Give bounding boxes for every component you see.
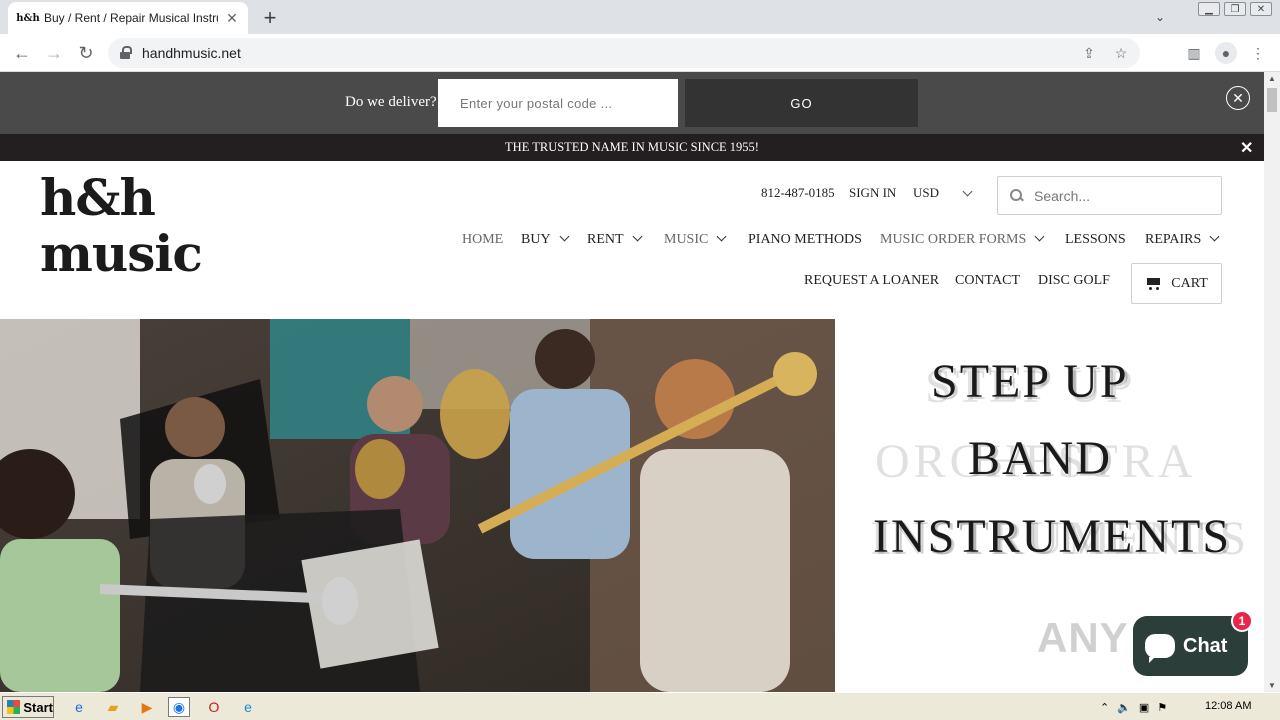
favicon-icon: h&h <box>16 12 40 24</box>
nav-item-label: RENT <box>587 232 624 247</box>
nav-item-piano-methods[interactable]: PIANO METHODS <box>748 232 862 248</box>
browser-window: h&h Buy / Rent / Repair Musical Instrume… <box>0 0 1280 720</box>
chevron-down-icon <box>1209 231 1220 242</box>
nav-item-label: REPAIRS <box>1145 232 1202 247</box>
chevron-down-icon <box>632 231 643 242</box>
search-box[interactable] <box>997 176 1222 215</box>
nav-item-lessons[interactable]: LESSONS <box>1065 232 1126 248</box>
nav-item-label: MUSIC ORDER FORMS <box>880 232 1027 247</box>
announcement-bar: THE TRUSTED NAME IN MUSIC SINCE 1955! ✕ <box>0 134 1264 161</box>
forward-arrow-icon[interactable]: → <box>42 41 66 65</box>
search-icon <box>1010 188 1024 203</box>
delivery-label: Do we deliver? <box>345 94 437 110</box>
nav-item-music[interactable]: MUSIC <box>664 231 727 248</box>
postal-code-input[interactable] <box>438 79 678 127</box>
hero-heading-line3: INSTRUMENTS <box>873 510 1232 563</box>
share-icon[interactable]: ⇪ <box>1078 43 1100 63</box>
scroll-up-arrow-icon[interactable]: ▲ <box>1268 74 1276 83</box>
profile-avatar-icon[interactable]: ● <box>1215 42 1237 64</box>
minimize-icon[interactable]: ▁ <box>1198 2 1220 16</box>
delivery-bar: Do we deliver? GO ✕ <box>0 72 1264 134</box>
chat-notification-badge: 1 <box>1231 610 1253 632</box>
hero-heading-line1: STEP UP <box>931 355 1129 408</box>
nav-item-contact[interactable]: CONTACT <box>955 273 1020 289</box>
site-logo[interactable]: h&h music <box>40 170 325 282</box>
nav-item-rent[interactable]: RENT <box>587 231 643 248</box>
announcement-text: THE TRUSTED NAME IN MUSIC SINCE 1955! <box>505 140 759 154</box>
media-player-icon[interactable]: ▶ <box>136 697 158 717</box>
window-close-icon[interactable]: ✕ <box>1250 2 1272 16</box>
tab-search-chevron-icon[interactable]: ⌄ <box>1150 8 1170 26</box>
new-tab-icon[interactable]: + <box>258 5 282 30</box>
menu-kebab-icon[interactable]: ⋮ <box>1247 42 1269 64</box>
nav-item-repairs[interactable]: REPAIRS <box>1145 231 1220 248</box>
url-text[interactable]: handhmusic.net <box>142 45 241 61</box>
edge-icon[interactable]: e <box>237 697 259 717</box>
address-bar[interactable]: handhmusic.net ⇪ ☆ <box>108 38 1140 68</box>
cart-button[interactable]: CART <box>1131 263 1222 304</box>
chat-button[interactable]: Chat <box>1133 616 1248 676</box>
flag-icon[interactable]: ⚑ <box>1157 701 1167 714</box>
scroll-down-arrow-icon[interactable]: ▼ <box>1268 681 1276 690</box>
hero-image <box>0 319 835 692</box>
network-icon[interactable]: ▣ <box>1139 701 1149 714</box>
announcement-close-icon[interactable]: ✕ <box>1240 138 1253 158</box>
nav-item-music-order-forms[interactable]: MUSIC ORDER FORMS <box>880 231 1045 248</box>
go-button[interactable]: GO <box>685 79 918 127</box>
clock: 12:08 AM <box>1205 700 1252 712</box>
sign-in-link[interactable]: SIGN IN <box>849 185 896 209</box>
cart-icon <box>1145 277 1163 291</box>
windows-flag-icon <box>7 700 21 714</box>
start-button[interactable]: Start <box>2 696 54 718</box>
reload-icon[interactable]: ↻ <box>74 41 98 65</box>
hero-heading-line2: BAND <box>968 432 1113 485</box>
phone-link[interactable]: 812-487-0185 <box>761 185 835 209</box>
tray-arrow-icon[interactable]: ⌃ <box>1100 701 1109 714</box>
nav-item-buy[interactable]: BUY <box>521 231 570 248</box>
chevron-down-icon <box>1034 231 1045 242</box>
lock-icon[interactable] <box>120 46 132 60</box>
nav-item-disc-golf[interactable]: DISC GOLF <box>1038 273 1110 289</box>
scroll-thumb[interactable] <box>1267 88 1277 112</box>
start-label: Start <box>23 699 53 715</box>
chevron-down-icon <box>716 231 727 242</box>
cart-label: CART <box>1171 275 1208 291</box>
page-scrollbar[interactable]: ▲ ▼ <box>1264 72 1280 692</box>
page-viewport: Do we deliver? GO ✕ THE TRUSTED NAME IN … <box>0 72 1264 692</box>
chevron-down-icon <box>559 231 570 242</box>
nav-item-request-a-loaner[interactable]: REQUEST A LOANER <box>804 273 939 289</box>
ie-icon[interactable]: e <box>68 697 90 717</box>
currency-selector[interactable]: USD <box>913 185 939 209</box>
volume-icon[interactable]: 🔈 <box>1117 701 1131 714</box>
tab-title: Buy / Rent / Repair Musical Instrume <box>44 11 218 25</box>
chat-label: Chat <box>1183 634 1228 657</box>
nav-item-label: MUSIC <box>664 232 709 247</box>
back-arrow-icon[interactable]: ← <box>10 41 34 65</box>
chat-bubble-icon <box>1145 634 1175 663</box>
nav-item-label: BUY <box>521 232 551 247</box>
tab-strip: h&h Buy / Rent / Repair Musical Instrume… <box>0 0 1280 34</box>
tab-active[interactable]: h&h Buy / Rent / Repair Musical Instrume… <box>8 2 248 34</box>
folder-icon[interactable]: ▰ <box>102 697 124 717</box>
opera-icon[interactable]: O <box>203 697 225 717</box>
browser-toolbar: ← → ↻ handhmusic.net ⇪ ☆ ▥ ● ⋮ <box>0 34 1280 72</box>
search-input[interactable] <box>1034 187 1204 204</box>
band-musicians-photo <box>0 319 835 692</box>
logo-text: h&h music <box>40 168 203 283</box>
nav-item-home[interactable]: HOME <box>462 232 503 248</box>
tab-close-icon[interactable]: ✕ <box>224 10 240 26</box>
currency-chevron-down-icon[interactable] <box>962 186 973 197</box>
bookmark-star-icon[interactable]: ☆ <box>1110 43 1132 63</box>
os-taskbar: Start e ▰ ▶ ◉ O e ⌃ 🔈 ▣ ⚑ 12:08 AM <box>0 692 1280 720</box>
window-controls: ▁ ❐ ✕ <box>1198 2 1272 16</box>
side-panel-icon[interactable]: ▥ <box>1183 42 1205 64</box>
delivery-close-icon[interactable]: ✕ <box>1226 86 1250 110</box>
chrome-icon[interactable]: ◉ <box>168 697 190 717</box>
restore-icon[interactable]: ❐ <box>1224 2 1246 16</box>
